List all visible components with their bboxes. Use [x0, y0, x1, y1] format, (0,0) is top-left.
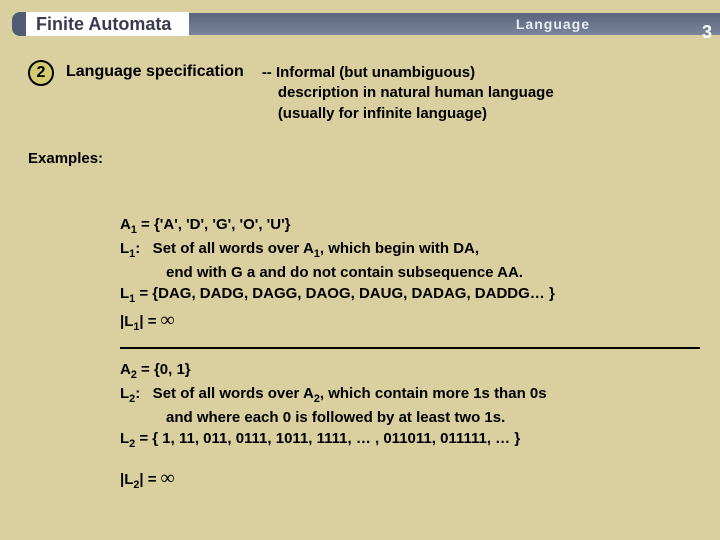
desc-line-2: description in natural human language [262, 84, 554, 101]
ex1-l1-def-a: L1: Set of all words over A1, which begi… [120, 238, 700, 262]
ex2-l2-set: L2 = { 1, 11, 011, 0111, 1011, 1111, … ,… [120, 428, 700, 452]
content-area: 2 Language specification -- Informal (bu… [28, 60, 700, 493]
section-label-text: Language specification [66, 60, 244, 81]
ex2-l2-def-a: L2: Set of all words over A2, which cont… [120, 383, 700, 407]
infinity-symbol: ∞ [161, 310, 175, 331]
desc-line-3: (usually for infinite language) [262, 105, 487, 122]
section-number-badge: 2 [28, 60, 54, 86]
section-description: -- Informal (but unambiguous) descriptio… [262, 60, 554, 124]
section-header-row: 2 Language specification -- Informal (bu… [28, 60, 700, 124]
ex2-l2-card: |L2| = ∞ [120, 465, 700, 493]
slide-title: Finite Automata [26, 12, 189, 36]
ex2-alphabet: A2 = {0, 1} [120, 359, 700, 383]
section-label: Language [516, 16, 590, 32]
page-number: 3 [702, 22, 712, 43]
infinity-symbol: ∞ [161, 468, 175, 489]
header-strip: Language [189, 13, 720, 35]
ex1-l1-def-b: end with G a and do not contain subseque… [120, 262, 700, 283]
ex2-l2-def-b: and where each 0 is followed by at least… [120, 407, 700, 428]
header-accent [12, 12, 26, 36]
ex1-l1-set: L1 = {DAG, DADG, DAGG, DAOG, DAUG, DADAG… [120, 283, 700, 307]
desc-line-1: -- Informal (but unambiguous) [262, 64, 475, 81]
examples-heading: Examples: [28, 150, 103, 167]
ex1-l1-card: |L1| = ∞ [120, 307, 700, 335]
examples-block: A1 = {'A', 'D', 'G', 'O', 'U'} L1: Set o… [120, 214, 700, 493]
ex1-alphabet: A1 = {'A', 'D', 'G', 'O', 'U'} [120, 214, 700, 238]
divider [120, 347, 700, 349]
header-bar: Finite Automata Language 3 [12, 12, 720, 36]
